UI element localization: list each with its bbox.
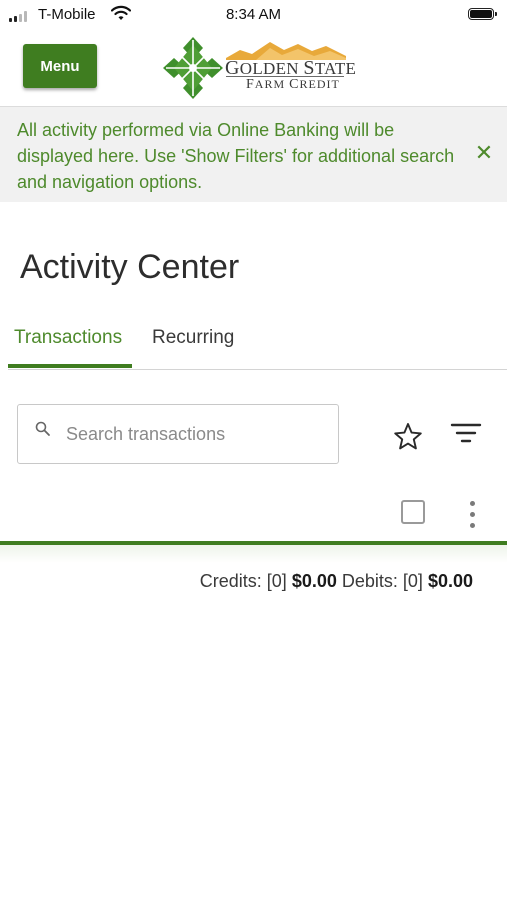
debits-label: Debits:	[341, 571, 398, 591]
battery-icon	[468, 8, 497, 20]
search-icon	[35, 421, 50, 436]
debits-count: [0]	[402, 571, 423, 591]
select-all-checkbox[interactable]	[401, 500, 425, 524]
more-vertical-icon[interactable]	[460, 500, 484, 534]
debits-amount: $0.00	[427, 571, 473, 591]
tab-recurring[interactable]: Recurring	[152, 327, 234, 349]
active-tab-indicator	[8, 364, 132, 368]
totals-summary: Credits: [0] $0.00 Debits: [0] $0.00	[200, 571, 473, 592]
status-bar: T-Mobile 8:34 AM	[0, 0, 507, 32]
clock: 8:34 AM	[225, 6, 282, 23]
list-divider-shadow	[0, 545, 507, 563]
app-header: Menu GOLDEN STATE FARM CREDIT	[0, 32, 507, 107]
leaf-logo-icon	[163, 37, 223, 99]
search-input[interactable]	[66, 419, 328, 449]
logo-wordmark-line2: FARM CREDIT	[246, 77, 340, 92]
credits-label: Credits:	[199, 571, 262, 591]
menu-button[interactable]: Menu	[23, 44, 97, 88]
search-box[interactable]	[17, 404, 339, 464]
info-banner-text: All activity performed via Online Bankin…	[17, 120, 455, 192]
credits-amount: $0.00	[291, 571, 337, 591]
tab-divider	[8, 369, 507, 370]
tab-transactions[interactable]: Transactions	[14, 327, 122, 349]
filter-icon[interactable]	[449, 421, 483, 447]
credits-count: [0]	[266, 571, 287, 591]
star-icon[interactable]	[392, 421, 424, 453]
close-icon[interactable]: ✕	[474, 141, 494, 167]
page-title: Activity Center	[20, 248, 240, 286]
info-banner: All activity performed via Online Bankin…	[0, 107, 507, 202]
